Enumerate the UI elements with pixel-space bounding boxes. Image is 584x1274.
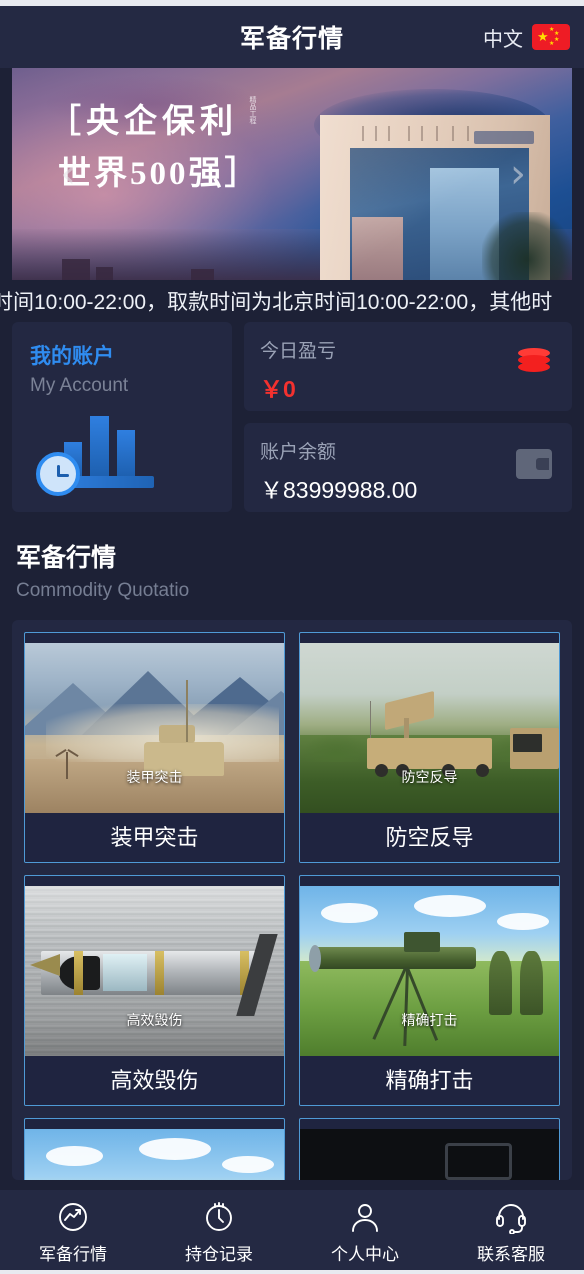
product-card[interactable]: 装甲突击 装甲突击: [24, 632, 285, 863]
nav-label: 持仓记录: [185, 1244, 253, 1264]
app-root: 军备行情 中文 ★ ★ ★ ★ ★ ［央企保利 世界500强］ 精品工程 ‹ ›…: [0, 0, 584, 1274]
product-image-caption: 高效毁伤: [126, 1012, 183, 1028]
product-grid: 装甲突击 装甲突击 防空反导 防空反导 高效毁伤 高效毁伤 精确打击 精确打击: [24, 632, 560, 1180]
product-card[interactable]: 高效毁伤 高效毁伤: [24, 875, 285, 1106]
account-balance-value: ￥83999988.00: [260, 477, 418, 503]
account-stats-column: 今日盈亏 ￥0 账户余额 ￥83999988.00: [244, 322, 572, 512]
product-image: 防空反导: [300, 643, 559, 813]
product-grid-panel: 装甲突击 装甲突击 防空反导 防空反导 高效毁伤 高效毁伤 精确打击 精确打击: [12, 620, 572, 1180]
product-name: 装甲突击: [25, 813, 284, 862]
my-account-subtitle: My Account: [30, 375, 129, 396]
banner-tree: [482, 212, 572, 280]
product-image-caption: 装甲突击: [126, 769, 183, 785]
product-image: 高效毁伤: [25, 886, 284, 1056]
banner-headline-line2: 世界500强］: [58, 156, 261, 192]
nav-item-positions[interactable]: 持仓记录: [146, 1200, 292, 1265]
china-flag-icon: ★ ★ ★ ★ ★: [532, 24, 570, 50]
bar-chart-clock-icon: [36, 412, 154, 496]
product-image: 精确打击: [300, 886, 559, 1056]
product-card[interactable]: 防空反导 防空反导: [299, 632, 560, 863]
product-image: [25, 1129, 284, 1180]
product-card[interactable]: [299, 1118, 560, 1180]
product-image: [300, 1129, 559, 1180]
banner-carousel[interactable]: ［央企保利 世界500强］ 精品工程 ‹ ›: [12, 68, 572, 280]
today-pnl-value: ￥0: [260, 376, 296, 402]
trend-chart-icon: [56, 1200, 90, 1234]
building-logo: [473, 131, 534, 145]
banner-city-block: [191, 269, 214, 280]
account-balance-card[interactable]: 账户余额 ￥83999988.00: [244, 423, 572, 512]
product-image: 装甲突击: [25, 643, 284, 813]
notice-text: 时间10:00-22:00，取款时间为北京时间10:00-22:00，其他时: [0, 291, 553, 314]
bottom-navigation: 军备行情 持仓记录 个人中心 联系客服: [0, 1190, 584, 1274]
banner-headline-line1: ［央企保利: [48, 104, 238, 140]
nav-label: 联系客服: [477, 1244, 545, 1264]
banner-city-block: [62, 258, 91, 280]
section-title: 军备行情: [16, 544, 117, 572]
my-account-title: 我的账户: [30, 345, 114, 368]
carousel-prev-arrow[interactable]: ‹: [60, 154, 76, 194]
coins-icon: [518, 348, 550, 374]
clock-icon: [202, 1200, 236, 1234]
section-subtitle: Commodity Quotatio: [16, 580, 190, 601]
nav-item-support[interactable]: 联系客服: [438, 1200, 584, 1265]
language-label: 中文: [483, 28, 523, 51]
app-header: 军备行情 中文 ★ ★ ★ ★ ★: [0, 6, 584, 68]
notice-marquee: 时间10:00-22:00，取款时间为北京时间10:00-22:00，其他时: [0, 280, 584, 322]
product-image-caption: 防空反导: [401, 769, 458, 785]
banner-city-block: [96, 267, 113, 280]
wallet-icon: [516, 449, 552, 479]
banner-vertical-note: 精品工程: [249, 96, 256, 124]
browser-bottom-strip: [0, 1270, 584, 1274]
section-header: 军备行情 Commodity Quotatio: [0, 512, 584, 612]
person-icon: [348, 1200, 382, 1234]
banner-headline: ［央企保利 世界500强］: [48, 94, 261, 194]
product-image-caption: 精确打击: [401, 1012, 458, 1028]
nav-item-profile[interactable]: 个人中心: [292, 1200, 438, 1265]
today-pnl-card[interactable]: 今日盈亏 ￥0: [244, 322, 572, 411]
headset-icon: [494, 1200, 528, 1234]
language-switcher[interactable]: 中文 ★ ★ ★ ★ ★: [483, 23, 570, 52]
product-name: 防空反导: [300, 813, 559, 862]
carousel-next-arrow[interactable]: ›: [510, 154, 526, 194]
product-name: 精确打击: [300, 1056, 559, 1105]
my-account-card[interactable]: 我的账户 My Account: [12, 322, 232, 512]
nav-label: 军备行情: [39, 1244, 107, 1264]
today-pnl-label: 今日盈亏: [260, 341, 337, 362]
product-name: 高效毁伤: [25, 1056, 284, 1105]
product-card[interactable]: 精确打击 精确打击: [299, 875, 560, 1106]
nav-item-quotation[interactable]: 军备行情: [0, 1200, 146, 1265]
account-summary: 我的账户 My Account 今日盈亏 ￥0 账户余额 ￥83999988.0…: [0, 322, 584, 512]
nav-label: 个人中心: [331, 1244, 399, 1264]
product-card[interactable]: [24, 1118, 285, 1180]
account-balance-label: 账户余额: [260, 442, 337, 463]
